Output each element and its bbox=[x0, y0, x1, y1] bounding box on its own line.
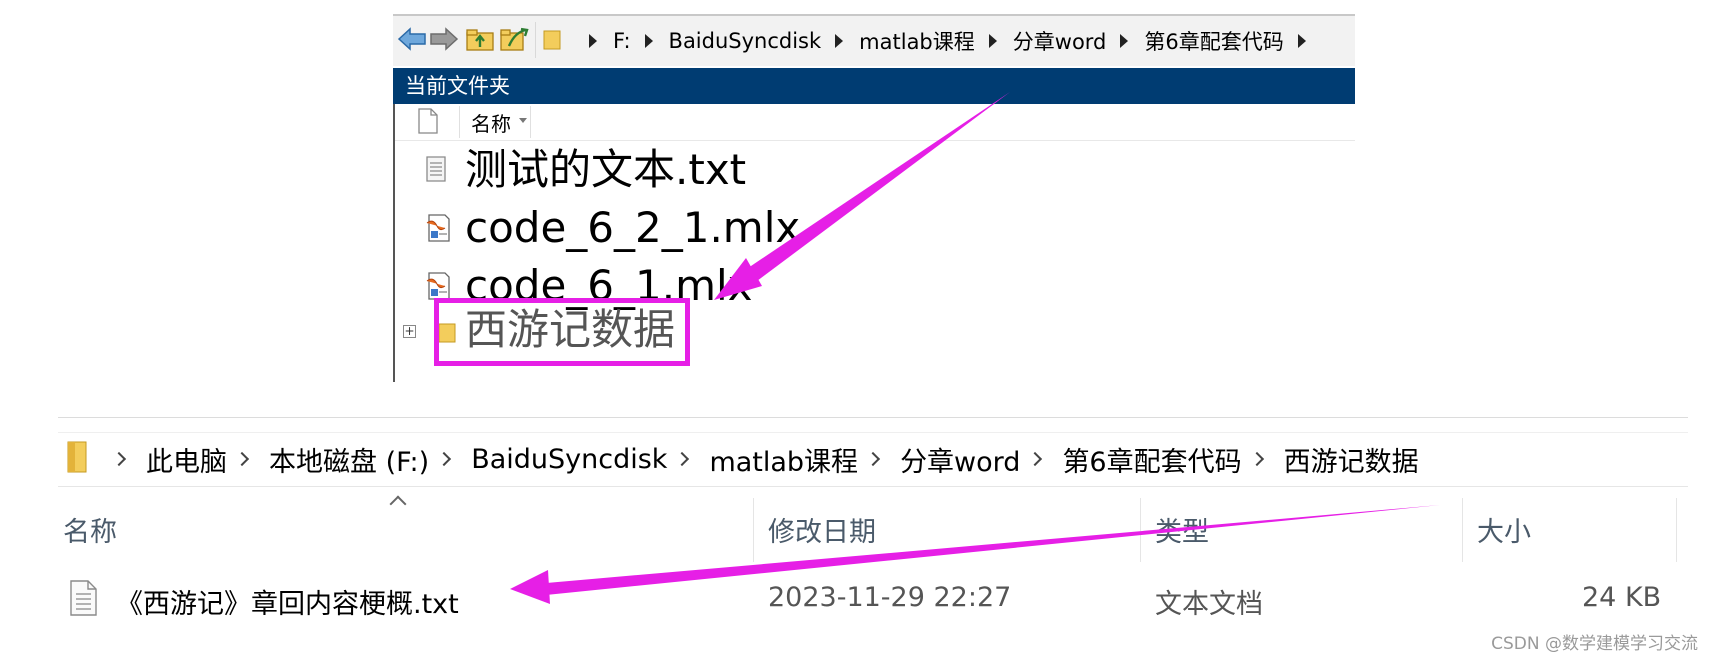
path-folder-icon bbox=[543, 28, 561, 55]
column-divider[interactable] bbox=[1462, 498, 1463, 562]
path-arrow-icon[interactable] bbox=[835, 34, 844, 48]
back-arrow-icon[interactable] bbox=[397, 24, 427, 54]
column-divider[interactable] bbox=[1140, 498, 1141, 562]
column-divider bbox=[459, 106, 460, 138]
column-header-type[interactable]: 类型 bbox=[1155, 510, 1209, 549]
watermark: CSDN @数学建模学习交流 bbox=[1491, 634, 1698, 654]
path-segment[interactable]: 分章word bbox=[1013, 26, 1107, 56]
toolbar-separator bbox=[535, 22, 536, 58]
breadcrumb-item[interactable]: 分章word bbox=[900, 440, 1020, 479]
matlab-toolbar: F: BaiduSyncdisk matlab课程 分章word 第6章配套代码 bbox=[393, 16, 1355, 66]
path-arrow-icon[interactable] bbox=[589, 34, 597, 48]
chevron-right-icon[interactable] bbox=[1249, 451, 1264, 467]
breadcrumb-item[interactable]: 西游记数据 bbox=[1284, 440, 1419, 479]
chevron-right-icon[interactable] bbox=[111, 451, 127, 467]
folder-icon[interactable] bbox=[66, 439, 90, 480]
up-folder-icon[interactable] bbox=[465, 24, 495, 54]
column-header-size[interactable]: 大小 bbox=[1477, 510, 1531, 549]
column-header-name[interactable]: 名称 bbox=[63, 510, 117, 549]
chevron-right-icon[interactable] bbox=[234, 451, 250, 467]
path-segment[interactable]: BaiduSyncdisk bbox=[669, 29, 822, 53]
path-arrow-icon[interactable] bbox=[988, 34, 997, 48]
path-segment[interactable]: 第6章配套代码 bbox=[1144, 26, 1283, 56]
chevron-right-icon[interactable] bbox=[1028, 451, 1043, 467]
chevron-right-icon[interactable] bbox=[437, 451, 452, 467]
sort-caret-icon[interactable] bbox=[389, 495, 407, 513]
column-divider[interactable] bbox=[753, 498, 754, 562]
breadcrumb-item[interactable]: BaiduSyncdisk bbox=[471, 444, 667, 475]
browse-folder-icon[interactable] bbox=[499, 24, 529, 54]
text-file-icon bbox=[68, 580, 98, 620]
path-arrow-icon[interactable] bbox=[1120, 34, 1129, 48]
forward-arrow-icon[interactable] bbox=[429, 24, 459, 54]
column-divider[interactable] bbox=[1676, 498, 1677, 562]
text-file-icon bbox=[425, 156, 447, 186]
panel-left-border bbox=[393, 104, 395, 382]
column-divider bbox=[530, 106, 531, 138]
chevron-right-icon[interactable] bbox=[865, 451, 881, 467]
file-modified: 2023-11-29 22:27 bbox=[768, 582, 1012, 613]
file-name[interactable]: code_6_2_1.mlx bbox=[465, 202, 800, 254]
live-script-icon bbox=[425, 214, 451, 246]
matlab-path-bar[interactable]: F: BaiduSyncdisk matlab课程 分章word 第6章配套代码 bbox=[543, 16, 1322, 66]
breadcrumb-item[interactable]: 本地磁盘 (F:) bbox=[269, 440, 429, 479]
column-header[interactable]: 名称 bbox=[395, 104, 1355, 141]
sort-arrow-icon[interactable] bbox=[519, 118, 527, 123]
address-bar-divider bbox=[58, 486, 1688, 487]
expand-toggle[interactable]: + bbox=[403, 325, 416, 338]
annotation-arrowhead-bottom bbox=[510, 570, 550, 604]
path-segment[interactable]: matlab课程 bbox=[859, 26, 975, 56]
chevron-right-icon[interactable] bbox=[675, 451, 690, 467]
matlab-current-folder-panel: F: BaiduSyncdisk matlab课程 分章word 第6章配套代码… bbox=[393, 14, 1355, 382]
page-icon bbox=[417, 108, 439, 138]
file-name[interactable]: 《西游记》章回内容梗概.txt bbox=[116, 582, 459, 621]
column-name-label[interactable]: 名称 bbox=[471, 108, 511, 137]
explorer-top-border bbox=[58, 417, 1688, 418]
file-size: 24 KB bbox=[1582, 582, 1662, 613]
path-segment[interactable]: F: bbox=[613, 29, 631, 53]
breadcrumb-item[interactable]: matlab课程 bbox=[709, 440, 858, 479]
breadcrumb-item[interactable]: 此电脑 bbox=[146, 440, 227, 479]
path-arrow-icon[interactable] bbox=[1297, 34, 1306, 48]
file-name[interactable]: 测试的文本.txt bbox=[465, 144, 746, 196]
highlight-box bbox=[434, 298, 690, 366]
column-header-modified[interactable]: 修改日期 bbox=[768, 510, 876, 549]
breadcrumb-item[interactable]: 第6章配套代码 bbox=[1062, 440, 1241, 479]
current-folder-header: 当前文件夹 bbox=[393, 68, 1355, 104]
file-type: 文本文档 bbox=[1155, 589, 1263, 620]
explorer-address-bar[interactable]: 此电脑 本地磁盘 (F:) BaiduSyncdisk matlab课程 分章w… bbox=[58, 433, 1688, 485]
path-arrow-icon[interactable] bbox=[644, 34, 653, 48]
